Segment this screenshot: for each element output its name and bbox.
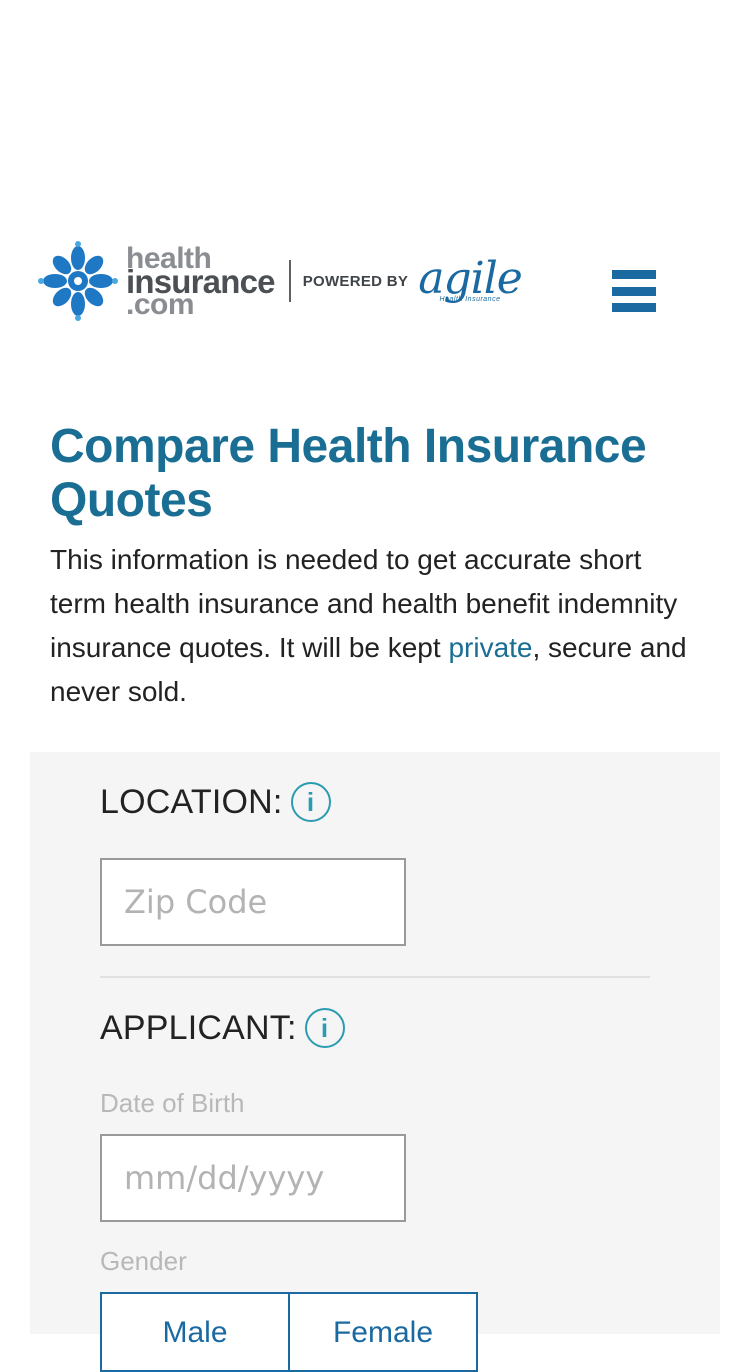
flower-logo-icon: [38, 241, 118, 321]
agile-logo: agile Health Insurance: [418, 252, 523, 304]
dob-input[interactable]: mm/dd/yyyy: [100, 1134, 406, 1222]
menu-bar: [612, 286, 656, 296]
gender-female-button[interactable]: Female: [288, 1292, 478, 1372]
section-divider: [100, 976, 650, 978]
menu-bar: [612, 270, 656, 279]
private-link[interactable]: private: [448, 632, 532, 663]
quote-form: LOCATION: i Zip Code APPLICANT: i Date o…: [30, 752, 720, 1372]
agile-wordmark: agile: [418, 252, 523, 304]
page-title: Compare Health Insurance Quotes: [50, 420, 647, 527]
site-header: health insurance .com POWERED BY agile H…: [0, 230, 750, 340]
intro-text: This information is needed to get accura…: [50, 538, 700, 714]
hamburger-icon[interactable]: [612, 270, 656, 312]
brand-wordmark: health insurance .com: [126, 243, 276, 319]
healthinsurance-logo[interactable]: health insurance .com POWERED BY agile H…: [38, 240, 528, 322]
location-info-icon[interactable]: i: [290, 782, 331, 822]
applicant-label: APPLICANT:: [100, 1008, 297, 1047]
applicant-heading: APPLICANT: i: [100, 1008, 345, 1048]
dob-label: Date of Birth: [100, 1088, 245, 1118]
powered-by-label: POWERED BY: [302, 272, 409, 290]
agile-subtitle: Health Insurance: [439, 295, 501, 303]
location-label: LOCATION:: [100, 782, 283, 821]
gender-male-button[interactable]: Male: [100, 1292, 290, 1372]
zip-code-input[interactable]: Zip Code: [100, 858, 406, 946]
menu-bar: [612, 303, 656, 312]
logo-divider: [288, 260, 291, 302]
gender-toggle: Male Female: [100, 1292, 478, 1372]
location-heading: LOCATION: i: [100, 782, 331, 822]
intro-section: Compare Health Insurance Quotes This inf…: [50, 420, 700, 714]
gender-label: Gender: [100, 1246, 187, 1276]
applicant-info-icon[interactable]: i: [304, 1008, 345, 1048]
